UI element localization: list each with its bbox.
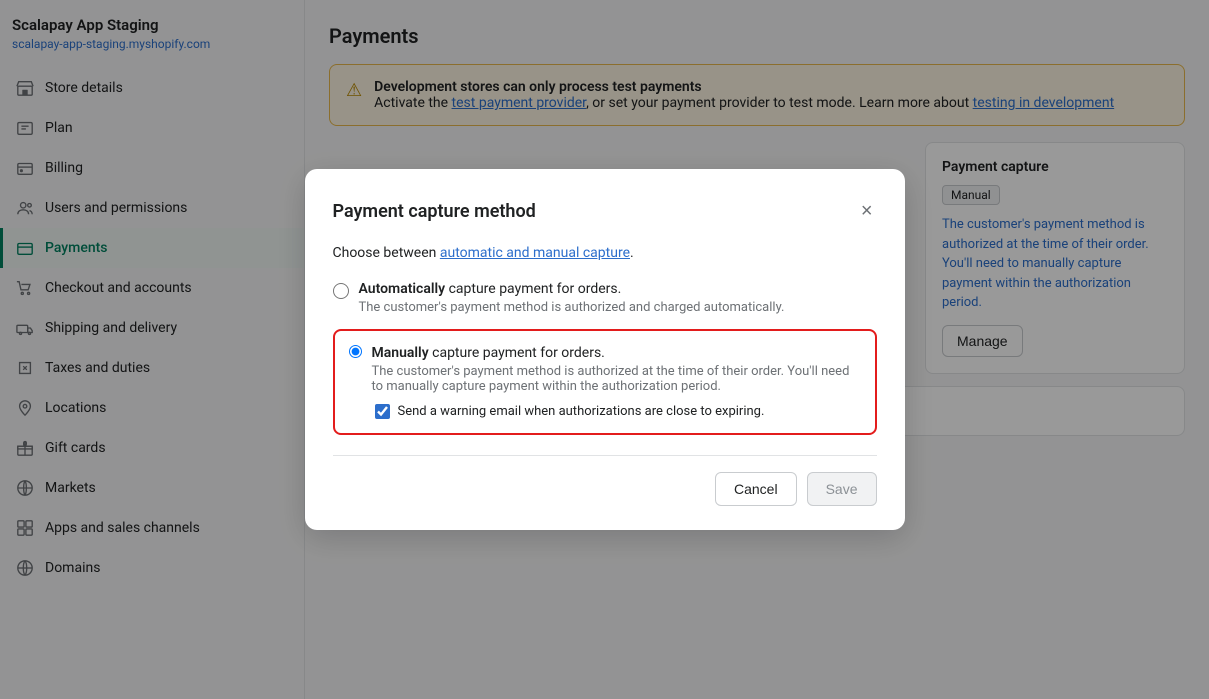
- save-button[interactable]: Save: [807, 472, 877, 506]
- manual-capture-box: Manually capture payment for orders. The…: [333, 329, 877, 435]
- manual-option-row: Manually capture payment for orders. The…: [349, 345, 861, 394]
- warning-email-label[interactable]: Send a warning email when authorizations…: [398, 404, 765, 419]
- modal-header: Payment capture method ×: [333, 197, 877, 225]
- warning-email-checkbox[interactable]: [375, 404, 390, 419]
- auto-bold: Automatically: [359, 281, 446, 297]
- manual-sublabel: The customer's payment method is authori…: [372, 364, 861, 394]
- modal-subtitle: Choose between automatic and manual capt…: [333, 245, 877, 261]
- modal-footer: Cancel Save: [333, 455, 877, 506]
- auto-capture-option: Automatically capture payment for orders…: [333, 281, 877, 315]
- modal-close-button[interactable]: ×: [857, 197, 877, 225]
- auto-sublabel: The customer's payment method is authori…: [359, 300, 785, 315]
- auto-rest: capture payment for orders.: [445, 281, 621, 297]
- manual-rest: capture payment for orders.: [429, 345, 605, 361]
- auto-capture-radio[interactable]: [333, 283, 349, 299]
- manual-bold: Manually: [372, 345, 429, 361]
- modal-overlay[interactable]: Payment capture method × Choose between …: [0, 0, 1209, 699]
- manual-capture-label[interactable]: Manually capture payment for orders. The…: [372, 345, 861, 394]
- modal-title: Payment capture method: [333, 201, 536, 222]
- cancel-button[interactable]: Cancel: [715, 472, 797, 506]
- warning-email-row: Send a warning email when authorizations…: [375, 404, 861, 419]
- auto-capture-label[interactable]: Automatically capture payment for orders…: [359, 281, 785, 315]
- automatic-manual-capture-link[interactable]: automatic and manual capture: [440, 245, 630, 261]
- manual-capture-radio[interactable]: [349, 345, 362, 358]
- modal: Payment capture method × Choose between …: [305, 169, 905, 530]
